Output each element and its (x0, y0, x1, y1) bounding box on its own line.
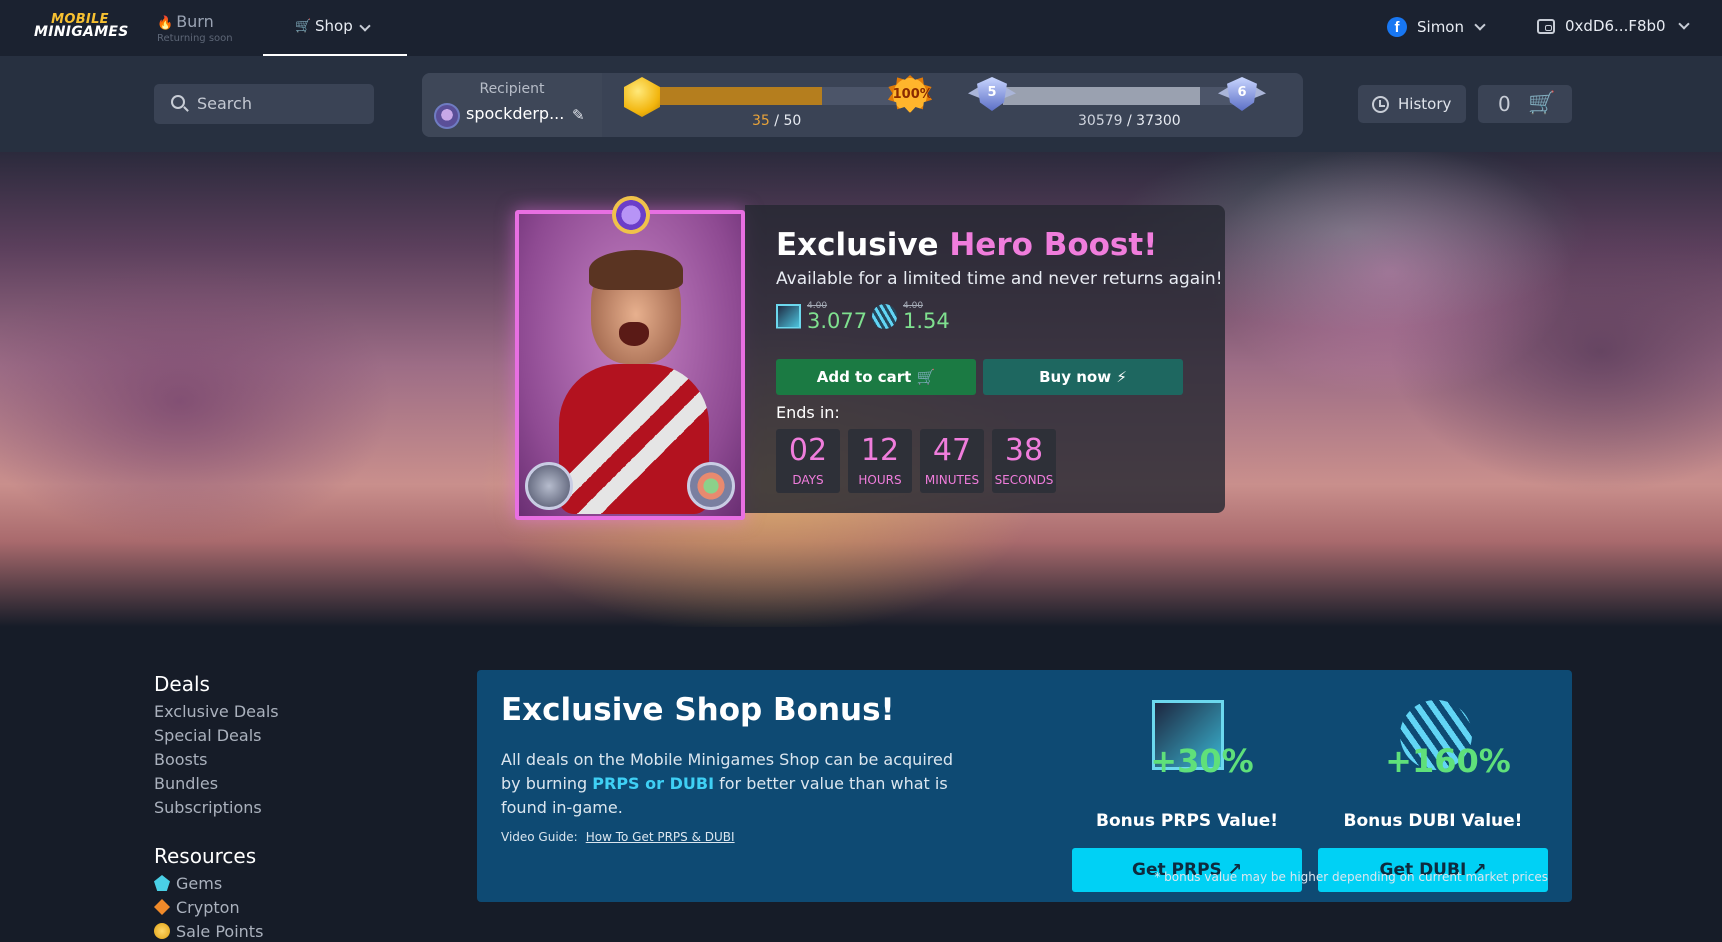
countdown-days: 02 DAYS (776, 429, 840, 493)
new-price: 1.54 (903, 309, 950, 333)
deal-panel: Exclusive Hero Boost! Available for a li… (745, 205, 1225, 513)
prps-bonus-label: Bonus PRPS Value! (1096, 811, 1278, 831)
deal-title: Exclusive Hero Boost! (776, 227, 1158, 263)
facebook-icon: f (1387, 17, 1407, 37)
sidebar-item-subscriptions[interactable]: Subscriptions (154, 798, 279, 817)
sidebar-item-gems[interactable]: Gems (154, 874, 279, 893)
shop-bonus-panel: Exclusive Shop Bonus! All deals on the M… (477, 670, 1572, 902)
ends-in-label: Ends in: (776, 403, 840, 422)
hero-card-image (515, 210, 745, 520)
sidebar-item-sale-points[interactable]: Sale Points (154, 922, 279, 941)
video-guide: Video Guide: How To Get PRPS & DUBI (501, 830, 735, 844)
countdown-minutes: 47 MINUTES (920, 429, 984, 493)
flame-icon: 🔥 (157, 16, 174, 31)
discount-badge: -100% (887, 75, 933, 113)
sidebar-item-special-deals[interactable]: Special Deals (154, 726, 279, 745)
cart-count: 0 (1498, 92, 1511, 116)
bonus-footnote: * bonus value may be higher depending on… (1154, 870, 1548, 884)
nav-shop[interactable]: 🛒 Shop (263, 0, 407, 56)
history-button[interactable]: History (1358, 85, 1466, 123)
level-progress-bar (633, 87, 903, 105)
prps-icon (776, 303, 801, 329)
hero-emblem-icon (687, 462, 735, 510)
class-emblem-icon (525, 462, 573, 510)
bonus-title: Exclusive Shop Bonus! (501, 692, 895, 728)
shop-sidebar: Deals Exclusive Deals Special Deals Boos… (154, 672, 279, 941)
wallet-address: 0xdD6...F8b0 (1565, 17, 1666, 35)
sidebar-item-boosts[interactable]: Boosts (154, 750, 279, 769)
search-input[interactable]: Search (154, 84, 374, 124)
countdown-seconds: 38 SECONDS (992, 429, 1056, 493)
sidebar-item-exclusive-deals[interactable]: Exclusive Deals (154, 702, 279, 721)
avatar (434, 103, 460, 129)
dubi-icon (872, 303, 897, 329)
bonus-description: All deals on the Mobile Minigames Shop c… (501, 750, 953, 817)
chevron-down-icon (359, 20, 371, 32)
wallet-menu[interactable]: 0xdD6...F8b0 (1537, 17, 1690, 35)
history-label: History (1398, 95, 1452, 113)
shopping-cart-icon: 🛒 (1528, 91, 1556, 116)
deal-subtitle: Available for a limited time and never r… (776, 269, 1223, 289)
countdown-hours: 12 HOURS (848, 429, 912, 493)
dubi-bonus-label: Bonus DUBI Value! (1343, 811, 1523, 831)
add-to-cart-button[interactable]: Add to cart 🛒 (776, 359, 976, 395)
level-progress-fill (633, 87, 822, 105)
nav-burn-label: Burn (176, 12, 214, 31)
top-navbar: MOBILE MINIGAMES 🔥 Burn Returning soon 🛒 … (0, 0, 1722, 56)
recipient-name: spockderp... (466, 104, 565, 123)
dubi-bonus-percent: +160% (1385, 742, 1511, 780)
clock-icon (1372, 96, 1389, 113)
search-placeholder: Search (197, 94, 252, 113)
resources-heading: Resources (154, 844, 257, 868)
rarity-gem-icon (612, 196, 650, 234)
user-name: Simon (1417, 18, 1464, 36)
nav-shop-label: Shop (315, 17, 353, 35)
new-price: 3.077 (807, 309, 868, 333)
video-guide-link[interactable]: How To Get PRPS & DUBI (586, 830, 735, 844)
gem-icon (154, 875, 170, 891)
cart-button[interactable]: 0 🛒 (1478, 85, 1572, 123)
edit-icon[interactable]: ✎ (572, 106, 585, 124)
sale-points-icon (154, 923, 170, 939)
price-prps: 4.00 3.077 (776, 301, 877, 333)
level-progress-text: 35 / 50 (752, 113, 802, 129)
lightning-icon: ⚡ (1116, 368, 1127, 386)
sidebar-item-bundles[interactable]: Bundles (154, 774, 279, 793)
crypton-icon (154, 899, 170, 915)
wallet-icon (1537, 18, 1555, 34)
rank-progress-text: 30579 / 37300 (1078, 113, 1181, 129)
recipient-label: Recipient (479, 81, 545, 97)
search-icon (171, 95, 185, 109)
buy-now-button[interactable]: Buy now ⚡ (983, 359, 1183, 395)
rank-badge-icon: 5 (968, 75, 1016, 115)
nav-burn[interactable]: 🔥 Burn Returning soon (157, 12, 233, 44)
chevron-down-icon (1474, 18, 1486, 31)
rank-badge-icon: 6 (1218, 75, 1266, 115)
recipient-box[interactable]: Recipient spockderp... ✎ (422, 73, 602, 137)
shop-toolbar: Search Recipient spockderp... ✎ -100% 35… (0, 56, 1722, 152)
progress-panel: Recipient spockderp... ✎ -100% 35 / 50 5… (422, 73, 1303, 137)
sidebar-item-crypton[interactable]: Crypton (154, 898, 279, 917)
chevron-down-icon (1677, 17, 1690, 30)
user-menu[interactable]: f Simon (1387, 17, 1486, 37)
nav-burn-subtitle: Returning soon (157, 33, 233, 44)
rank-progress-bar (1003, 87, 1243, 105)
deals-heading: Deals (154, 672, 210, 696)
shopping-cart-icon: 🛒 (295, 19, 312, 34)
hero-banner: Exclusive Hero Boost! Available for a li… (0, 152, 1722, 627)
shopping-cart-icon: 🛒 (916, 368, 936, 386)
prps-bonus-percent: +30% (1150, 742, 1254, 780)
rank-progress-fill (1003, 87, 1200, 105)
price-dubi: 4.00 1.54 (872, 301, 973, 333)
gold-gem-icon (624, 77, 660, 117)
mobile-minigames-logo[interactable]: MOBILE MINIGAMES (34, 13, 128, 39)
